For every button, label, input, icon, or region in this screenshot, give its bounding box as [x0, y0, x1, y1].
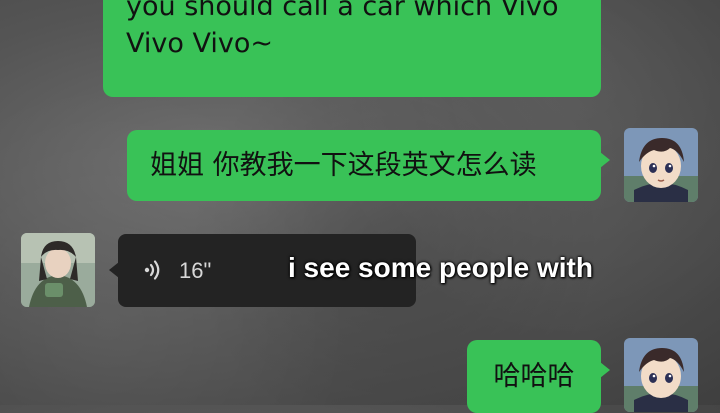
- message-text: 姐姐 你教我一下这段英文怎么读: [150, 150, 537, 181]
- avatar[interactable]: [21, 233, 95, 307]
- message-line: you should call a car which Vivo: [126, 0, 559, 22]
- message-line: Vivo Vivo~: [126, 28, 273, 59]
- message-bubble-chinese[interactable]: 姐姐 你教我一下这段英文怎么读: [127, 130, 610, 201]
- message-bubble-haha[interactable]: 哈哈哈: [467, 340, 610, 413]
- voice-wave-icon: [143, 259, 165, 286]
- message-bubble-english[interactable]: you should call a car which Vivo Vivo Vi…: [103, 0, 601, 97]
- avatar[interactable]: [624, 128, 698, 202]
- anime-avatar-icon: [624, 128, 698, 202]
- voice-duration: 16": [179, 258, 212, 283]
- message-text: 哈哈哈: [493, 361, 575, 392]
- video-subtitle: i see some people with: [288, 252, 593, 283]
- anime-avatar-icon: [624, 338, 698, 412]
- avatar[interactable]: [624, 338, 698, 412]
- person-photo-icon: [21, 233, 95, 307]
